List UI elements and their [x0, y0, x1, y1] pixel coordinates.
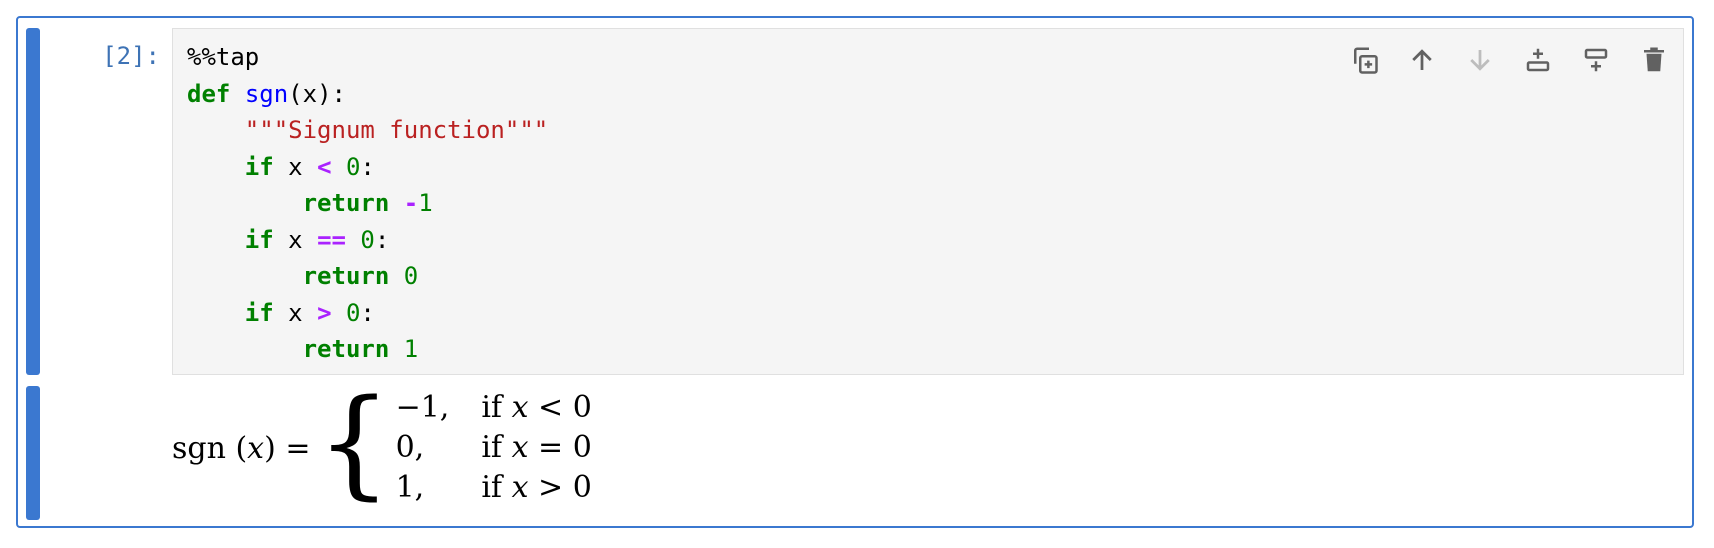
- condition-variable: x: [511, 390, 529, 425]
- case-value: 1,: [395, 470, 425, 505]
- case-value: −1,: [395, 390, 450, 425]
- move-down-icon: [1470, 50, 1490, 71]
- code-token: x: [273, 152, 318, 181]
- code-line: """Signum function""": [187, 112, 548, 149]
- code-line: return 0: [187, 258, 548, 295]
- code-token: if: [244, 152, 274, 181]
- cell-output: sgn (x) = { −1, if x < 0 0, if x = 0 1, if x …: [172, 383, 592, 508]
- code-token: 0: [345, 298, 361, 327]
- condition-prefix: if: [481, 430, 512, 465]
- input-collapser[interactable]: [26, 28, 40, 375]
- code-line: if x > 0:: [187, 295, 548, 332]
- case-condition: if x > 0: [481, 470, 591, 506]
- code-token: 0: [345, 152, 361, 181]
- code-token: return: [302, 262, 390, 290]
- condition-variable: x: [511, 470, 529, 505]
- condition-rest: < 0: [528, 390, 592, 425]
- condition-rest: > 0: [528, 470, 592, 505]
- condition-prefix: if: [481, 470, 512, 505]
- duplicate-cell-icon: [1354, 47, 1378, 74]
- execution-count: [2]:: [102, 42, 160, 70]
- code-token: if: [244, 298, 274, 327]
- move-down-button[interactable]: [1461, 41, 1499, 79]
- paren-open: (: [225, 430, 248, 466]
- left-brace: {: [316, 373, 392, 511]
- case-condition: if x = 0: [481, 430, 591, 466]
- code-token: return: [302, 335, 390, 363]
- code-line: %%tap: [187, 39, 548, 76]
- code-token: :: [360, 298, 375, 327]
- code-token: :: [374, 225, 390, 254]
- code-token: if: [244, 225, 274, 254]
- code-token: sgn: [244, 79, 289, 108]
- delete-button[interactable]: [1635, 41, 1673, 79]
- code-token: """Signum function""": [244, 116, 549, 144]
- paren-close-equals: ) =: [264, 430, 311, 466]
- condition-variable: x: [511, 430, 529, 465]
- code-token: return: [302, 189, 390, 217]
- function-name: sgn: [172, 430, 226, 466]
- duplicate-cell-button[interactable]: [1345, 41, 1383, 79]
- insert-below-icon: [1584, 48, 1608, 72]
- variable: x: [247, 430, 265, 466]
- output-collapser[interactable]: [26, 386, 40, 520]
- code-token: 1: [403, 335, 419, 363]
- case-value: 0,: [395, 430, 425, 465]
- code-line: return 1: [187, 331, 548, 368]
- code-token: 1: [418, 189, 433, 217]
- piecewise-cases: −1, if x < 0 0, if x = 0 1, if x > 0: [396, 390, 592, 506]
- condition-prefix: if: [481, 390, 512, 425]
- code-line: return -1: [187, 185, 548, 222]
- code-token: %%tap: [187, 43, 260, 71]
- code-token: def: [187, 79, 231, 108]
- delete-icon: [1644, 47, 1664, 72]
- code-token: ==: [317, 225, 346, 254]
- insert-below-button[interactable]: [1577, 41, 1615, 79]
- move-up-button[interactable]: [1403, 41, 1441, 79]
- code-token: x: [273, 225, 318, 254]
- code-line: if x < 0:: [187, 149, 548, 186]
- cell-toolbar: [1345, 41, 1673, 79]
- insert-above-button[interactable]: [1519, 41, 1557, 79]
- code-line: def sgn(x):: [187, 76, 548, 113]
- code-line: if x == 0:: [187, 222, 548, 259]
- move-up-icon: [1412, 49, 1432, 70]
- code-token: 0: [360, 225, 375, 254]
- formula-lhs: sgn (x) =: [172, 431, 310, 466]
- code-token: <: [317, 152, 332, 181]
- code-token: -: [403, 189, 419, 217]
- code-token: (x):: [288, 79, 346, 108]
- code-token: :: [360, 152, 375, 181]
- code-content[interactable]: %%tap def sgn(x): """Signum function""" i…: [187, 39, 548, 368]
- case-condition: if x < 0: [481, 390, 591, 426]
- insert-above-icon: [1526, 48, 1550, 72]
- code-editor[interactable]: %%tap def sgn(x): """Signum function""" i…: [172, 28, 1684, 375]
- condition-rest: = 0: [528, 430, 592, 465]
- code-token: 0: [403, 262, 419, 290]
- code-token: x: [273, 298, 318, 327]
- code-token: >: [317, 298, 332, 327]
